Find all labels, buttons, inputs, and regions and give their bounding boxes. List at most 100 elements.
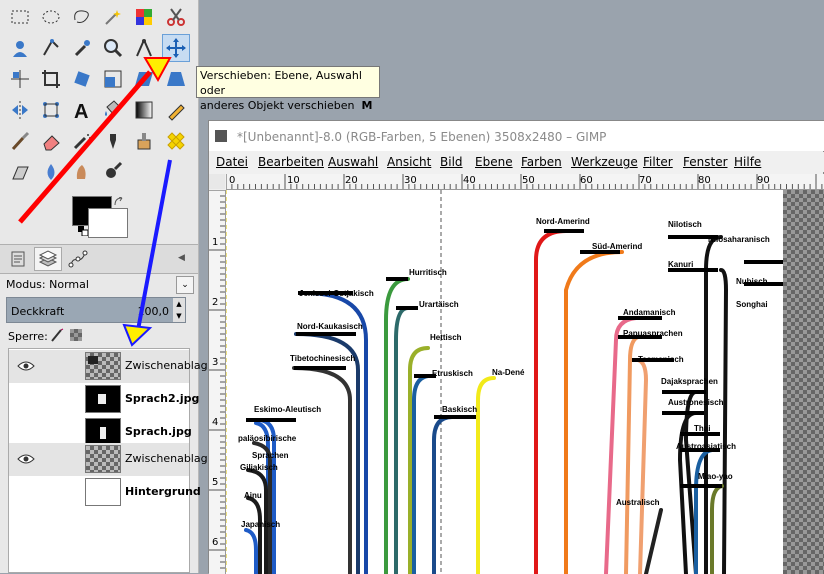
layer-name[interactable]: Sprach2.jpg — [125, 392, 199, 405]
blend-tool-button[interactable] — [130, 96, 158, 124]
layer-name[interactable]: Hintergrund — [125, 485, 201, 498]
menu-ebene[interactable]: Ebene — [475, 155, 513, 169]
layer-name[interactable]: Zwischenablage — [125, 359, 214, 372]
blur-icon — [47, 164, 55, 180]
airbrush-tool-button[interactable] — [68, 127, 96, 155]
canvas-transparent-area — [783, 190, 824, 574]
smudge-tool-button[interactable] — [68, 158, 96, 186]
menu-bearbeiten[interactable]: Bearbeiten — [258, 155, 324, 169]
scissors-select-tool-button[interactable] — [162, 3, 190, 31]
menu-ansicht[interactable]: Ansicht — [387, 155, 431, 169]
align-tool-button[interactable] — [6, 65, 34, 93]
vertical-ruler[interactable]: 1 2 3 4 5 6 — [209, 190, 226, 574]
ellipse-select-tool-button[interactable] — [37, 3, 65, 31]
flip-tool-button[interactable] — [6, 96, 34, 124]
color-picker-icon — [74, 40, 90, 57]
flip-icon — [12, 101, 28, 119]
crop-tool-button[interactable] — [37, 65, 65, 93]
mode-select[interactable]: Modus: Normal — [6, 278, 89, 291]
opacity-spinner[interactable]: ▲ ▼ — [173, 298, 185, 322]
eye-icon[interactable] — [17, 453, 35, 465]
horizontal-ruler[interactable]: 0 10 20 30 40 50 60 70 80 90 — [226, 174, 824, 190]
shear-tool-button[interactable] — [130, 65, 158, 93]
lock-alpha-icon[interactable] — [70, 329, 82, 341]
layer-name[interactable]: Sprach.jpg — [125, 425, 192, 438]
menubar: Datei Bearbeiten Auswahl Ansicht Bild Eb… — [209, 152, 824, 172]
ruler-number: 1 — [212, 237, 219, 248]
ruler-number: 20 — [345, 175, 358, 186]
menu-werkzeuge[interactable]: Werkzeuge — [571, 155, 638, 169]
tooltip-line1: Verschieben: Ebene, Auswahl oder — [200, 69, 362, 97]
menu-auswahl[interactable]: Auswahl — [328, 155, 378, 169]
menu-farben[interactable]: Farben — [521, 155, 562, 169]
layer-row[interactable]: Sprach2.jpg — [9, 383, 199, 416]
move-tool-tooltip: Verschieben: Ebene, Auswahl oder anderes… — [196, 66, 380, 112]
paths-tab[interactable] — [64, 247, 92, 271]
dodge-burn-icon — [106, 161, 123, 178]
eraser-tool-button[interactable] — [37, 127, 65, 155]
title-bar[interactable]: *[Unbenannt]-8.0 (RGB-Farben, 5 Ebenen) … — [209, 121, 824, 151]
ink-tool-button[interactable] — [99, 127, 127, 155]
zoom-tool-button[interactable] — [99, 34, 127, 62]
background-color-swatch[interactable] — [88, 208, 128, 238]
dock-menu-icon[interactable]: ◀ — [178, 253, 185, 263]
move-icon — [166, 38, 186, 58]
scale-tool-button[interactable] — [99, 65, 127, 93]
canvas-label: Dajaksprachen — [661, 377, 718, 386]
color-picker-tool-button[interactable] — [68, 34, 96, 62]
swap-colors-icon[interactable] — [114, 196, 126, 207]
canvas-label: Nilosaharanisch — [708, 235, 770, 244]
tool-options-tab[interactable] — [4, 247, 32, 271]
text-tool-button[interactable]: A — [68, 96, 96, 124]
opacity-value[interactable]: 100,0 — [138, 305, 170, 318]
foreground-select-tool-button[interactable] — [6, 34, 34, 62]
eye-icon[interactable] — [17, 360, 35, 372]
layer-name[interactable]: Zwischenablage — [125, 452, 214, 465]
canvas-label: Tasmanisch — [638, 355, 684, 364]
menu-hilfe[interactable]: Hilfe — [734, 155, 761, 169]
cage-tool-button[interactable] — [37, 96, 65, 124]
heal-tool-button[interactable] — [162, 127, 190, 155]
bucket-fill-tool-button[interactable] — [99, 96, 127, 124]
ruler-number: 2 — [212, 297, 219, 308]
canvas-label: Hettisch — [430, 333, 462, 342]
opacity-slider[interactable]: Deckkraft 100,0 ▲ ▼ — [6, 297, 186, 323]
dodge-burn-tool-button[interactable] — [99, 158, 127, 186]
menu-bild[interactable]: Bild — [440, 155, 463, 169]
window-title: *[Unbenannt]-8.0 (RGB-Farben, 5 Ebenen) … — [237, 130, 607, 144]
measure-tool-button[interactable] — [130, 34, 158, 62]
cage-icon — [43, 102, 59, 118]
paintbrush-tool-button[interactable] — [6, 127, 34, 155]
menu-filter[interactable]: Filter — [643, 155, 673, 169]
rect-select-tool-button[interactable] — [6, 3, 34, 31]
layer-row[interactable]: Hintergrund — [9, 476, 201, 509]
pencil-tool-button[interactable] — [162, 96, 190, 124]
clone-tool-button[interactable] — [130, 127, 158, 155]
layer-row[interactable]: Zwischenablage — [9, 350, 214, 383]
canvas-label: Andamanisch — [623, 308, 676, 317]
menu-fenster[interactable]: Fenster — [683, 155, 728, 169]
move-tool-button[interactable] — [162, 34, 190, 62]
lock-pixels-icon[interactable] — [50, 328, 64, 342]
image-canvas[interactable]: Nord-Amerind Nilosaharanisch Nilotisch S… — [226, 190, 824, 574]
free-select-tool-button[interactable] — [68, 3, 96, 31]
canvas-label: Australisch — [616, 498, 660, 507]
ruler-corner[interactable] — [209, 174, 225, 189]
perspective-clone-tool-button[interactable] — [6, 158, 34, 186]
toolbox: A ◀ Modus: Normal ⌄ Deckkraft 100,0 ▲ ▼ S… — [0, 0, 214, 573]
default-colors-icon[interactable] — [78, 226, 89, 237]
rotate-tool-button[interactable] — [68, 65, 96, 93]
menu-datei[interactable]: Datei — [216, 155, 248, 169]
chevron-down-icon[interactable]: ⌄ — [176, 276, 194, 294]
blur-tool-button[interactable] — [37, 158, 65, 186]
layers-tab[interactable] — [34, 247, 62, 271]
fuzzy-select-tool-button[interactable] — [99, 3, 127, 31]
layer-thumbnail — [85, 478, 121, 506]
layer-row[interactable]: Zwischenablage — [9, 443, 214, 476]
ruler-number: 60 — [580, 175, 593, 186]
color-select-tool-button[interactable] — [130, 3, 158, 31]
scale-icon — [104, 70, 122, 88]
dock-tabs: ◀ — [0, 244, 198, 274]
perspective-tool-button[interactable] — [162, 65, 190, 93]
paths-tool-button[interactable] — [37, 34, 65, 62]
